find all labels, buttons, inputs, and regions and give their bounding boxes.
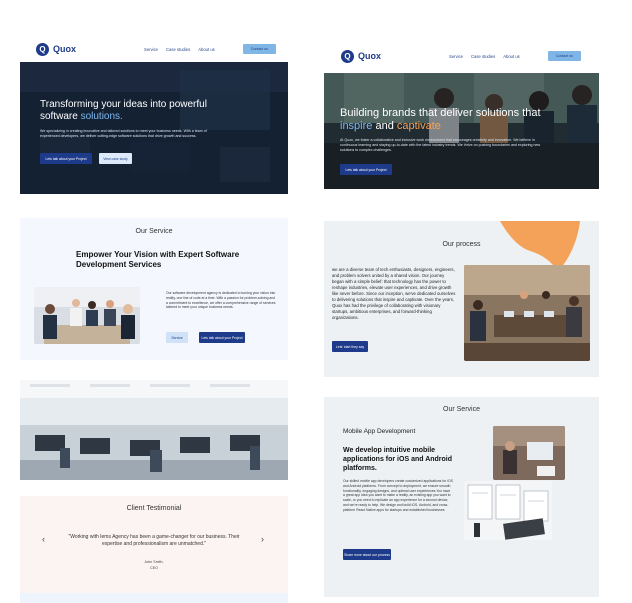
right-nav-case-studies[interactable]: Case studies bbox=[471, 54, 495, 59]
right-nav-about-us[interactable]: About us bbox=[503, 54, 520, 59]
left-nav-case-studies[interactable]: Case studies bbox=[166, 47, 190, 52]
right-nav-links: Service Case studies About us bbox=[449, 54, 520, 59]
right-hero-title-accent2: captivate bbox=[396, 119, 441, 132]
left-navbar: Q Quox Service Case studies About us Con… bbox=[36, 37, 276, 61]
right-service-title: We develop intuitive mobile applications… bbox=[343, 447, 453, 473]
left-testimonial-bottom-strip bbox=[20, 593, 288, 603]
left-service-team-photo bbox=[34, 287, 140, 344]
right-navbar: Q Quox Service Case studies About us Con… bbox=[341, 44, 581, 68]
testimonial-prev-icon[interactable]: ‹ bbox=[42, 534, 45, 544]
right-hero-title-and: and bbox=[372, 119, 397, 132]
left-logo-text: Quox bbox=[53, 44, 77, 54]
left-testimonial-author: John Smith, bbox=[144, 560, 164, 564]
left-hero-title-accent: solutions. bbox=[80, 110, 123, 122]
left-office-photo bbox=[20, 380, 288, 480]
left-contact-button[interactable]: Contact us bbox=[242, 44, 276, 54]
right-hero-title: Building brands that deliver solutions t… bbox=[340, 107, 580, 132]
right-process-label: Our process bbox=[442, 241, 481, 248]
right-hero-title-accent1: inspire bbox=[340, 119, 373, 132]
left-hero: Transforming your ideas into powerful so… bbox=[20, 62, 288, 194]
left-service-label: Our Service bbox=[135, 228, 173, 235]
left-testimonial-section: Client Testimonial ‹ "Working with Iems … bbox=[20, 496, 288, 603]
right-hero-body: At Quox, we foster a collaborative and i… bbox=[340, 138, 541, 152]
right-process-body: we are a diverse team of tech enthusiast… bbox=[332, 267, 456, 321]
right-service-process-button[interactable]: Share more about our process bbox=[343, 549, 391, 560]
left-testimonial-quote: "Working with Iems Agency has been a gam… bbox=[68, 534, 240, 547]
left-service-project-button[interactable]: Lets talk about your Project bbox=[199, 332, 245, 343]
left-nav-links: Service Case studies About us bbox=[144, 47, 215, 52]
left-service-body: Our software development agency is dedic… bbox=[166, 291, 276, 310]
left-logo-mark: Q bbox=[36, 42, 49, 56]
left-testimonial-role: CEO bbox=[150, 566, 158, 570]
left-hero-title: Transforming your ideas into powerful so… bbox=[40, 99, 270, 122]
right-logo[interactable]: Q Quox bbox=[341, 49, 382, 63]
left-testimonial-label: Client Testimonial bbox=[126, 505, 182, 512]
right-service-label: Our Service bbox=[443, 406, 480, 413]
right-hero-title-line1: Building brands that deliver solutions t… bbox=[340, 107, 541, 119]
right-service-section: Our Service Mobile App Development We de… bbox=[324, 397, 599, 597]
right-hero: Building brands that deliver solutions t… bbox=[324, 73, 599, 189]
right-service-body: Our skilled mobile app developers create… bbox=[343, 479, 453, 512]
left-nav-service[interactable]: Service bbox=[144, 47, 158, 52]
left-service-section: Our Service Empower Your Vision with Exp… bbox=[20, 218, 288, 360]
testimonial-next-icon[interactable]: › bbox=[261, 534, 264, 544]
right-process-meeting-photo bbox=[464, 265, 590, 361]
left-hero-title-line1: Transforming your ideas into powerful bbox=[40, 99, 207, 110]
right-logo-text: Quox bbox=[358, 51, 382, 61]
left-hero-title-plain: software bbox=[40, 110, 81, 122]
left-service-button[interactable]: Service bbox=[166, 332, 188, 343]
right-hero-project-button[interactable]: Lets talk about your Project bbox=[340, 164, 392, 175]
left-hero-body: We specializing in creating innovative a… bbox=[40, 129, 207, 138]
right-service-subtitle: Mobile App Development bbox=[343, 428, 416, 435]
left-hero-office-photo bbox=[20, 62, 288, 194]
right-service-app-photo bbox=[493, 426, 565, 480]
left-service-title: Empower Your Vision with Expert Software… bbox=[76, 250, 240, 270]
right-process-section: Our process we are a diverse team of tec… bbox=[324, 221, 599, 377]
right-nav-service[interactable]: Service bbox=[449, 54, 463, 59]
right-service-wireframe-photo bbox=[464, 481, 552, 540]
right-process-start-button[interactable]: Lets’ start they say bbox=[332, 341, 368, 352]
right-contact-button[interactable]: Contact us bbox=[547, 51, 581, 61]
left-nav-about-us[interactable]: About us bbox=[198, 47, 215, 52]
left-hero-project-button[interactable]: Lets talk about your Project bbox=[40, 153, 92, 164]
left-logo[interactable]: Q Quox bbox=[36, 42, 77, 56]
right-logo-mark: Q bbox=[341, 49, 354, 63]
left-hero-case-study-button[interactable]: View case study bbox=[99, 153, 132, 164]
